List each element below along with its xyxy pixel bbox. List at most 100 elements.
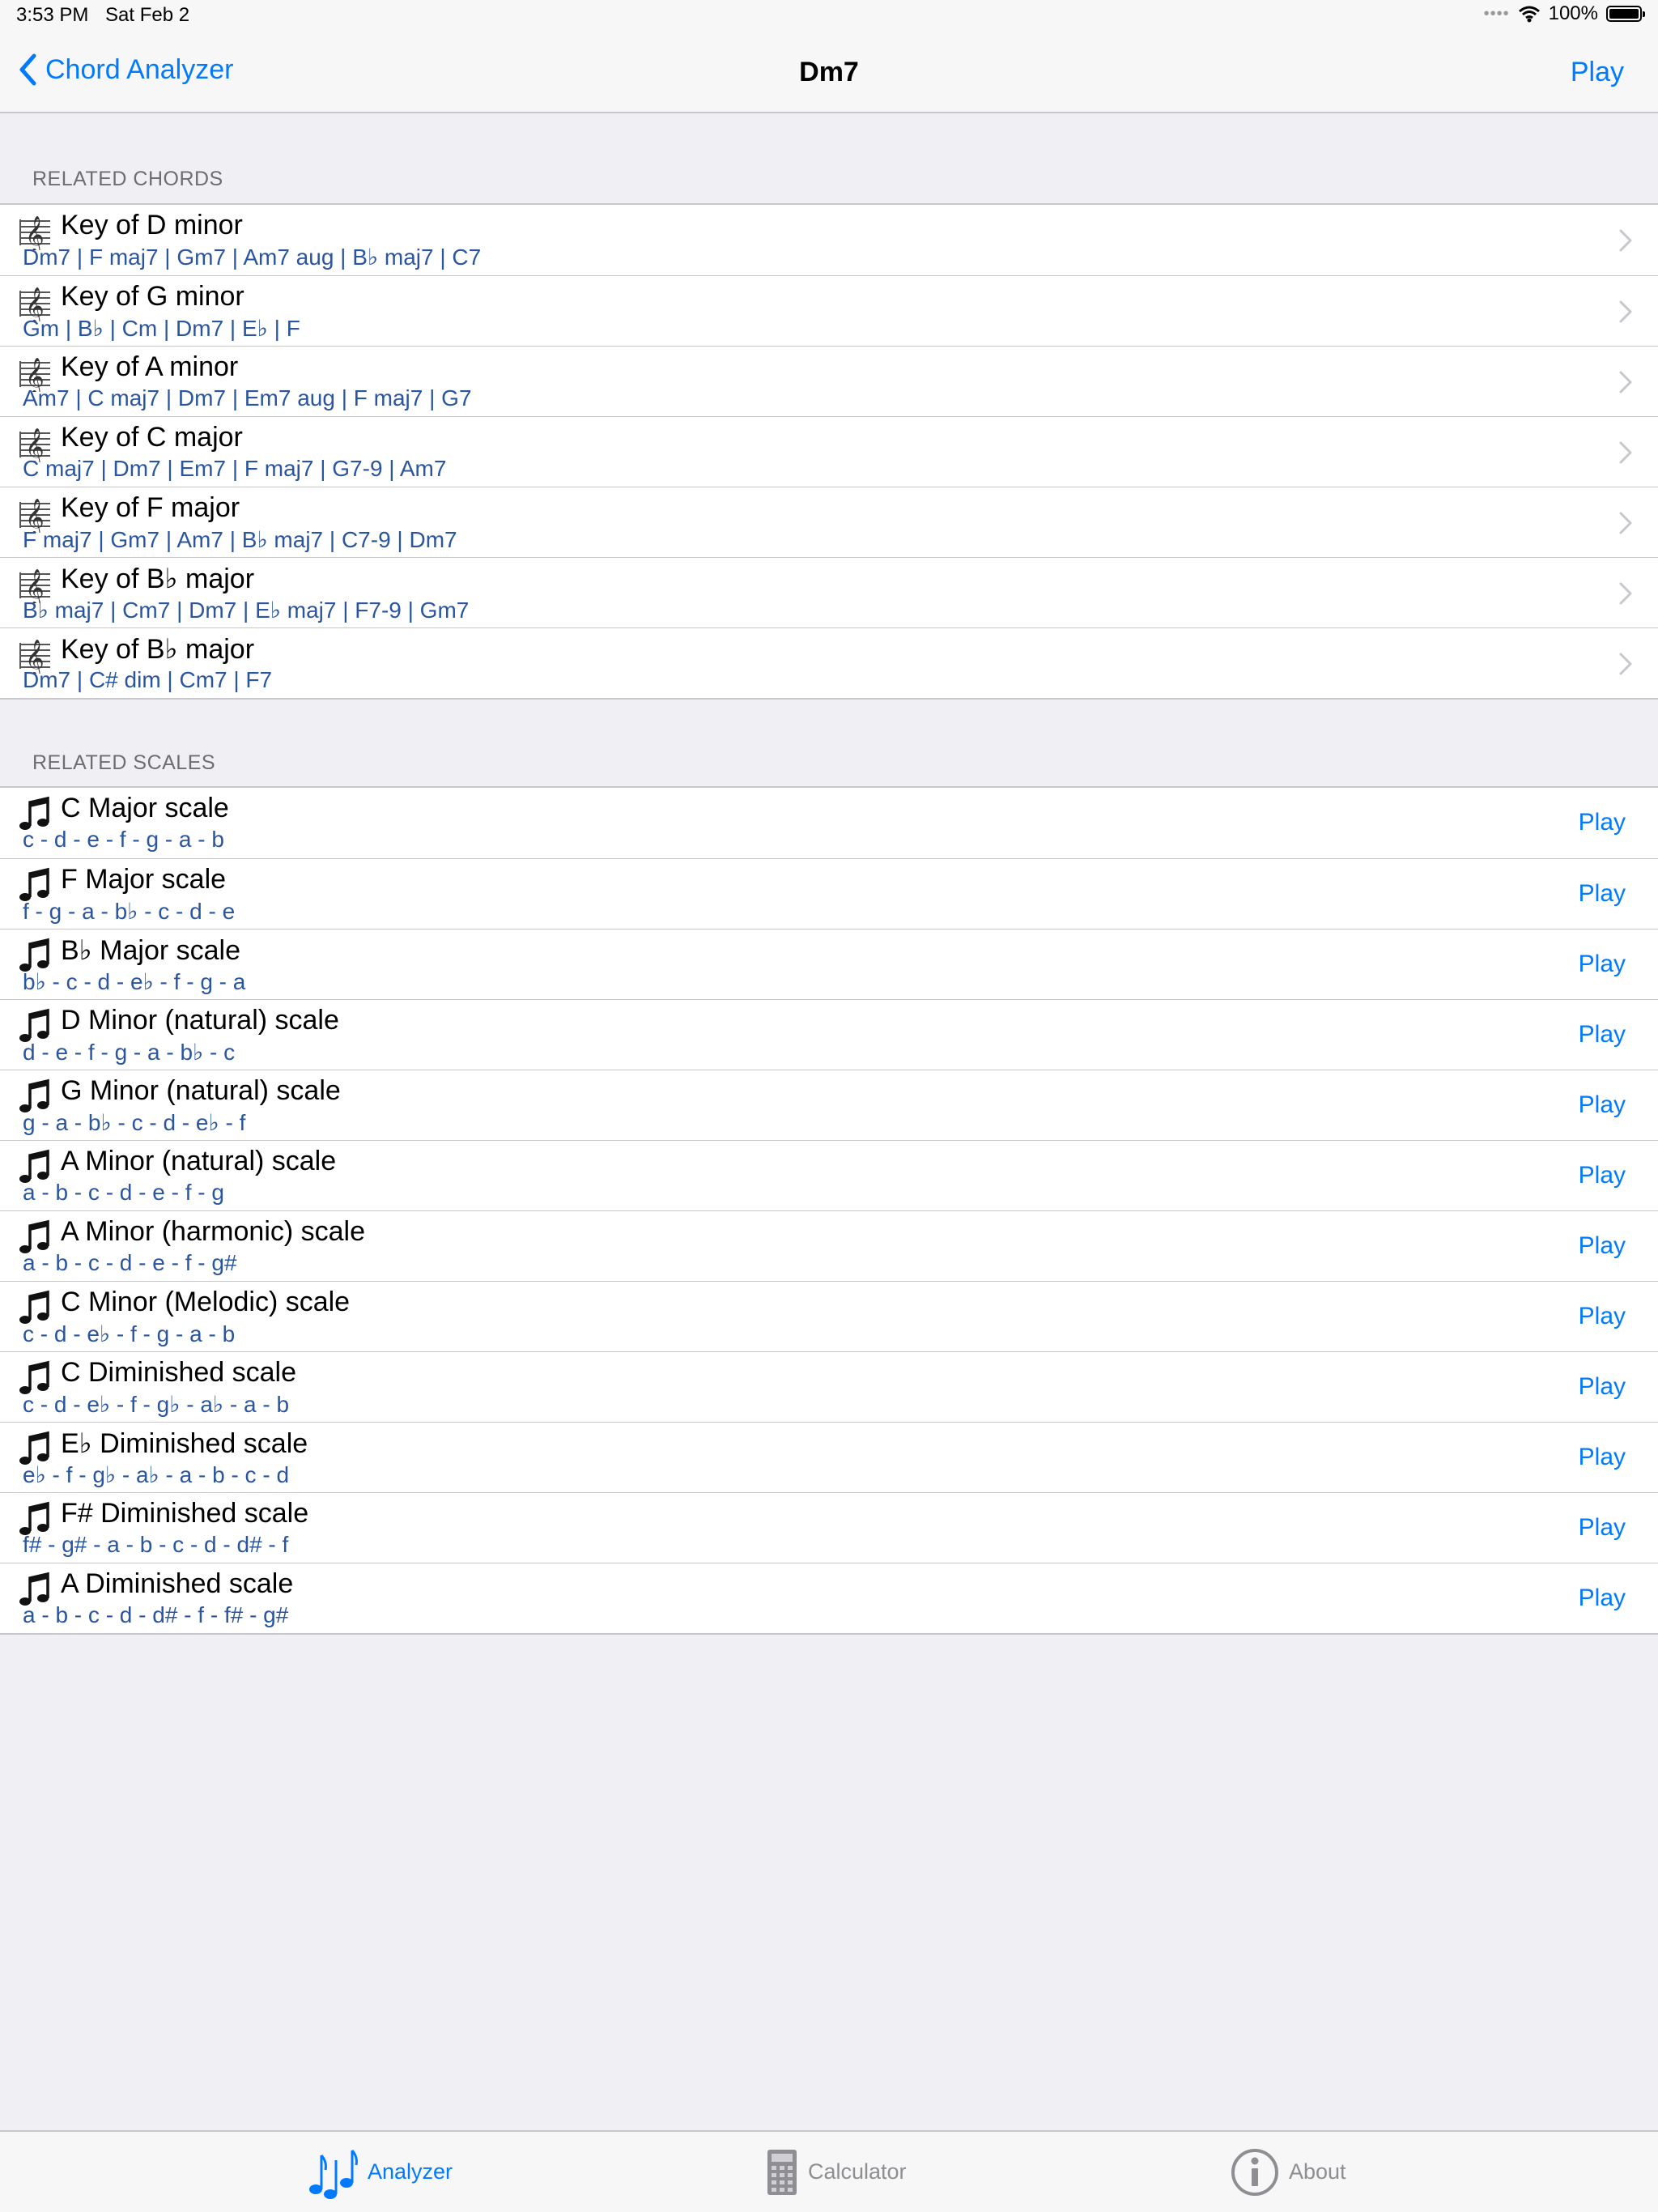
chevron-right-icon xyxy=(1619,300,1632,323)
scale-notes: c - d - e♭ - f - g - a - b xyxy=(23,1321,236,1346)
scale-notes: d - e - f - g - a - b♭ - c xyxy=(23,1040,236,1065)
chord-list: Gm | B♭ | Cm | Dm7 | E♭ | F xyxy=(23,316,300,341)
tab-calculator-label: Calculator xyxy=(808,2159,907,2184)
play-scale-button[interactable]: Play xyxy=(1579,809,1626,836)
tab-analyzer-label: Analyzer xyxy=(368,2159,453,2184)
chord-list: F maj7 | Gm7 | Am7 | B♭ maj7 | C7-9 | Dm… xyxy=(23,527,457,552)
scale-row: F# Diminished scale f# - g# - a - b - c -… xyxy=(0,1492,1658,1563)
scale-row: C Major scale c - d - e - f - g - a - b Pl… xyxy=(0,788,1658,858)
play-scale-button[interactable]: Play xyxy=(1579,1162,1626,1189)
scale-row: A Diminished scale a - b - c - d - d# - f… xyxy=(0,1563,1658,1633)
wifi-icon xyxy=(1518,6,1540,23)
chord-key-title: Key of A minor xyxy=(61,351,239,382)
scale-notes: g - a - b♭ - c - d - e♭ - f xyxy=(23,1110,246,1135)
info-icon xyxy=(1231,2148,1278,2196)
status-indicators: •••• 100% xyxy=(1483,2,1645,25)
play-scale-button[interactable]: Play xyxy=(1579,1444,1626,1471)
chord-key-title: Key of D minor xyxy=(61,210,243,240)
scale-row: D Minor (natural) scale d - e - f - g - a… xyxy=(0,999,1658,1070)
play-scale-button[interactable]: Play xyxy=(1579,1303,1626,1330)
scale-notes: b♭ - c - d - e♭ - f - g - a xyxy=(23,969,246,994)
chord-key-title: Key of B♭ major xyxy=(61,564,255,594)
scale-title: F Major scale xyxy=(61,864,227,895)
scale-title: B♭ Major scale xyxy=(61,935,240,966)
tab-analyzer[interactable]: Analyzer xyxy=(306,2132,453,2212)
chord-key-title: Key of C major xyxy=(61,422,243,453)
scale-title: A Diminished scale xyxy=(61,1568,294,1599)
scale-title: G Minor (natural) scale xyxy=(61,1075,341,1106)
chord-list: Dm7 | C# dim | Cm7 | F7 xyxy=(23,667,273,692)
chord-key-row[interactable]: 𝄞 Key of F major F maj7 | Gm7 | Am7 | B♭ m… xyxy=(0,487,1658,557)
play-scale-button[interactable]: Play xyxy=(1579,1373,1626,1401)
tab-about-label: About xyxy=(1289,2159,1346,2184)
play-scale-button[interactable]: Play xyxy=(1579,1232,1626,1260)
tab-calculator[interactable]: Calculator xyxy=(766,2132,907,2212)
scale-title: D Minor (natural) scale xyxy=(61,1005,339,1036)
chord-key-row[interactable]: 𝄞 Key of D minor Dm7 | F maj7 | Gm7 | Am7 … xyxy=(0,205,1658,275)
scale-row: B♭ Major scale b♭ - c - d - e♭ - f - g - … xyxy=(0,929,1658,999)
scale-notes: e♭ - f - g♭ - a♭ - a - b - c - d xyxy=(23,1462,290,1487)
chevron-right-icon xyxy=(1619,653,1632,675)
scale-row: C Diminished scale c - d - e♭ - f - g♭ - … xyxy=(0,1351,1658,1422)
chevron-right-icon xyxy=(1619,371,1632,393)
scale-title: F# Diminished scale xyxy=(61,1498,309,1529)
scale-notes: a - b - c - d - e - f - g# xyxy=(23,1250,237,1275)
chord-key-row[interactable]: 𝄞 Key of B♭ major B♭ maj7 | Cm7 | Dm7 | E♭… xyxy=(0,557,1658,627)
battery-percent: 100% xyxy=(1548,2,1598,24)
chord-key-row[interactable]: 𝄞 Key of B♭ major Dm7 | C# dim | Cm7 | F7 xyxy=(0,627,1658,698)
play-scale-button[interactable]: Play xyxy=(1579,1585,1626,1612)
play-chord-button[interactable]: Play xyxy=(1571,57,1624,88)
scale-row: E♭ Diminished scale e♭ - f - g♭ - a♭ - a … xyxy=(0,1422,1658,1492)
play-scale-button[interactable]: Play xyxy=(1579,1514,1626,1542)
chord-list: Dm7 | F maj7 | Gm7 | Am7 aug | B♭ maj7 |… xyxy=(23,245,482,270)
related-scales-header: RELATED SCALES xyxy=(32,751,216,774)
music-notes-icon xyxy=(309,2149,358,2199)
scale-row: F Major scale f - g - a - b♭ - c - d - e P… xyxy=(0,858,1658,929)
navigation-bar: Chord Analyzer Dm7 Play xyxy=(0,32,1658,113)
related-chords-list: 𝄞 Key of D minor Dm7 | F maj7 | Gm7 | Am7 … xyxy=(0,203,1658,700)
scale-notes: a - b - c - d - d# - f - f# - g# xyxy=(23,1602,289,1627)
signal-dots-icon: •••• xyxy=(1483,4,1510,23)
chevron-right-icon xyxy=(1619,512,1632,534)
scale-notes: c - d - e - f - g - a - b xyxy=(23,827,224,852)
scale-row: A Minor (natural) scale a - b - c - d - e… xyxy=(0,1140,1658,1210)
chevron-right-icon xyxy=(1619,582,1632,605)
related-chords-header: RELATED CHORDS xyxy=(32,168,223,190)
chord-list: C maj7 | Dm7 | Em7 | F maj7 | G7-9 | Am7 xyxy=(23,456,447,481)
chord-key-row[interactable]: 𝄞 Key of G minor Gm | B♭ | Cm | Dm7 | E♭ |… xyxy=(0,275,1658,346)
back-button[interactable]: Chord Analyzer xyxy=(18,53,233,86)
scale-notes: a - b - c - d - e - f - g xyxy=(23,1180,224,1205)
play-scale-button[interactable]: Play xyxy=(1579,1091,1626,1119)
scale-title: C Minor (Melodic) scale xyxy=(61,1287,351,1317)
chord-key-row[interactable]: 𝄞 Key of C major C maj7 | Dm7 | Em7 | F ma… xyxy=(0,416,1658,487)
chord-key-row[interactable]: 𝄞 Key of A minor Am7 | C maj7 | Dm7 | Em7 … xyxy=(0,346,1658,416)
play-scale-button[interactable]: Play xyxy=(1579,1021,1626,1049)
play-scale-button[interactable]: Play xyxy=(1579,951,1626,978)
scale-notes: f# - g# - a - b - c - d - d# - f xyxy=(23,1532,289,1557)
status-time: 3:53 PM xyxy=(16,4,89,26)
scale-row: G Minor (natural) scale g - a - b♭ - c - … xyxy=(0,1070,1658,1140)
scale-title: A Minor (natural) scale xyxy=(61,1146,337,1176)
play-scale-button[interactable]: Play xyxy=(1579,880,1626,908)
chevron-right-icon xyxy=(1619,441,1632,464)
chord-key-title: Key of F major xyxy=(61,492,240,523)
tab-about[interactable]: About xyxy=(1231,2132,1346,2212)
chevron-right-icon xyxy=(1619,229,1632,252)
chevron-left-icon xyxy=(19,53,36,86)
battery-icon xyxy=(1606,6,1645,22)
scale-notes: f - g - a - b♭ - c - d - e xyxy=(23,899,236,924)
scale-row: C Minor (Melodic) scale c - d - e♭ - f - … xyxy=(0,1281,1658,1351)
calculator-icon xyxy=(767,2149,797,2195)
scale-title: A Minor (harmonic) scale xyxy=(61,1216,366,1247)
page-title: Dm7 xyxy=(799,57,859,87)
scale-row: A Minor (harmonic) scale a - b - c - d - … xyxy=(0,1210,1658,1281)
status-date: Sat Feb 2 xyxy=(105,4,190,26)
back-button-label: Chord Analyzer xyxy=(45,53,234,85)
status-bar: 3:53 PM Sat Feb 2 •••• 100% xyxy=(0,0,1658,32)
scale-notes: c - d - e♭ - f - g♭ - a♭ - a - b xyxy=(23,1392,290,1417)
tab-bar: Analyzer Calculator About xyxy=(0,2130,1658,2212)
chord-key-title: Key of B♭ major xyxy=(61,634,255,665)
chord-list: B♭ maj7 | Cm7 | Dm7 | E♭ maj7 | F7-9 | G… xyxy=(23,598,470,623)
related-scales-list: C Major scale c - d - e - f - g - a - b Pl… xyxy=(0,786,1658,1635)
scale-title: C Major scale xyxy=(61,793,229,823)
